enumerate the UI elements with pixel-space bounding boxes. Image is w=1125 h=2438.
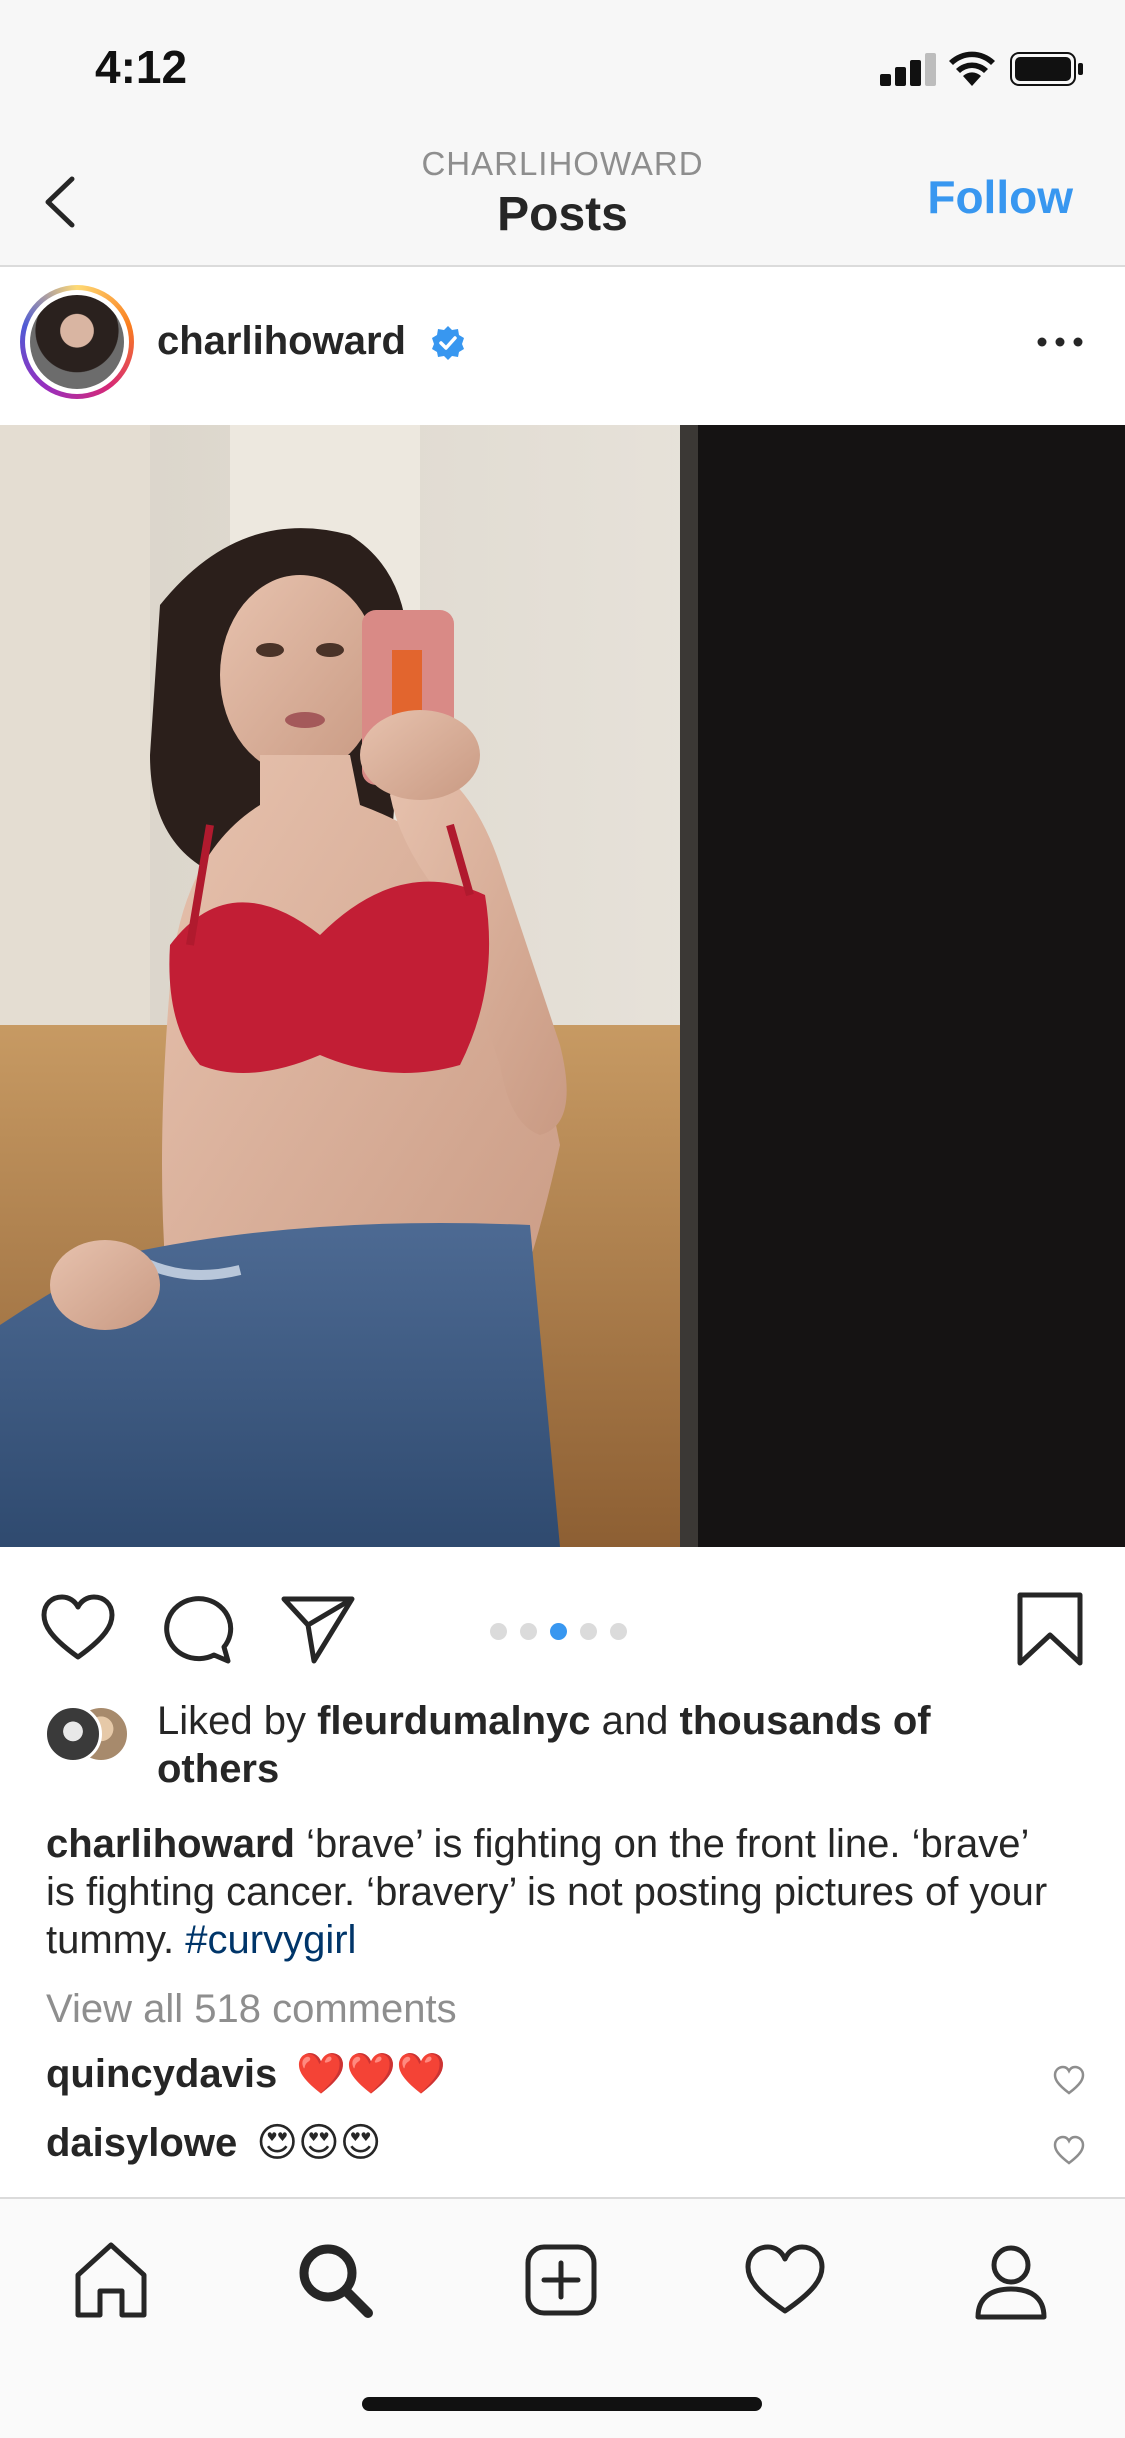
post-username[interactable]: charlihoward (157, 319, 406, 364)
view-all-comments-link[interactable]: View all 518 comments (46, 1987, 457, 2032)
liker-username[interactable]: fleurdumalnyc (317, 1699, 590, 1743)
share-icon[interactable] (278, 1589, 358, 1669)
profile-icon[interactable] (966, 2235, 1056, 2325)
caption-username[interactable]: charlihoward (46, 1822, 295, 1866)
carousel-dot (610, 1623, 627, 1640)
post-header: charlihoward (0, 267, 1125, 425)
carousel-dot (550, 1623, 567, 1640)
bookmark-icon[interactable] (1010, 1589, 1090, 1669)
comment-icon[interactable] (158, 1589, 238, 1669)
comment-username[interactable]: daisylowe (46, 2121, 237, 2165)
comment-text: ❤️❤️❤️ (296, 2052, 446, 2096)
likes-connector: and (601, 1699, 669, 1743)
battery-icon (1010, 52, 1083, 86)
liker-avatars[interactable] (44, 1705, 144, 1763)
comment-row: quincydavis ❤️❤️❤️ (46, 2050, 1086, 2110)
home-indicator[interactable] (362, 2397, 762, 2411)
more-icon[interactable] (1030, 327, 1090, 357)
carousel-dot (490, 1623, 507, 1640)
comment-like-icon[interactable] (1052, 2134, 1086, 2168)
status-time: 4:12 (95, 41, 188, 93)
carousel-dot (580, 1623, 597, 1640)
likes-prefix: Liked by (157, 1699, 306, 1743)
comment-text: 😍😍😍 (256, 2121, 382, 2165)
cellular-signal-icon (880, 52, 936, 86)
likes-row: Liked by fleurdumalnyc and thousands of … (0, 1697, 1125, 1797)
comment-username[interactable]: quincydavis (46, 2052, 277, 2096)
comment-row: daisylowe 😍😍😍 (46, 2120, 1086, 2180)
post-photo[interactable] (0, 425, 1125, 1547)
verified-icon (432, 326, 464, 360)
post-action-bar (0, 1547, 1125, 1697)
new-post-icon[interactable] (516, 2235, 606, 2325)
wifi-icon (949, 51, 995, 86)
follow-button[interactable]: Follow (927, 170, 1073, 224)
post-caption: charlihoward ‘brave’ is fighting on the … (46, 1820, 1066, 1964)
avatar[interactable] (20, 285, 134, 399)
heart-icon[interactable] (38, 1589, 118, 1669)
photo-illustration (0, 425, 1125, 1547)
status-bar: 4:12 (0, 0, 1125, 135)
search-icon[interactable] (290, 2235, 380, 2325)
comment-like-icon[interactable] (1052, 2064, 1086, 2098)
likes-text: Liked by fleurdumalnyc and thousands of … (157, 1697, 1017, 1793)
caption-hashtag[interactable]: #curvygirl (185, 1918, 356, 1962)
nav-header: CHARLIHOWARD Posts Follow (0, 135, 1125, 267)
carousel-dot (520, 1623, 537, 1640)
carousel-indicator (490, 1623, 640, 1643)
activity-icon[interactable] (740, 2235, 830, 2325)
home-icon[interactable] (66, 2235, 156, 2325)
